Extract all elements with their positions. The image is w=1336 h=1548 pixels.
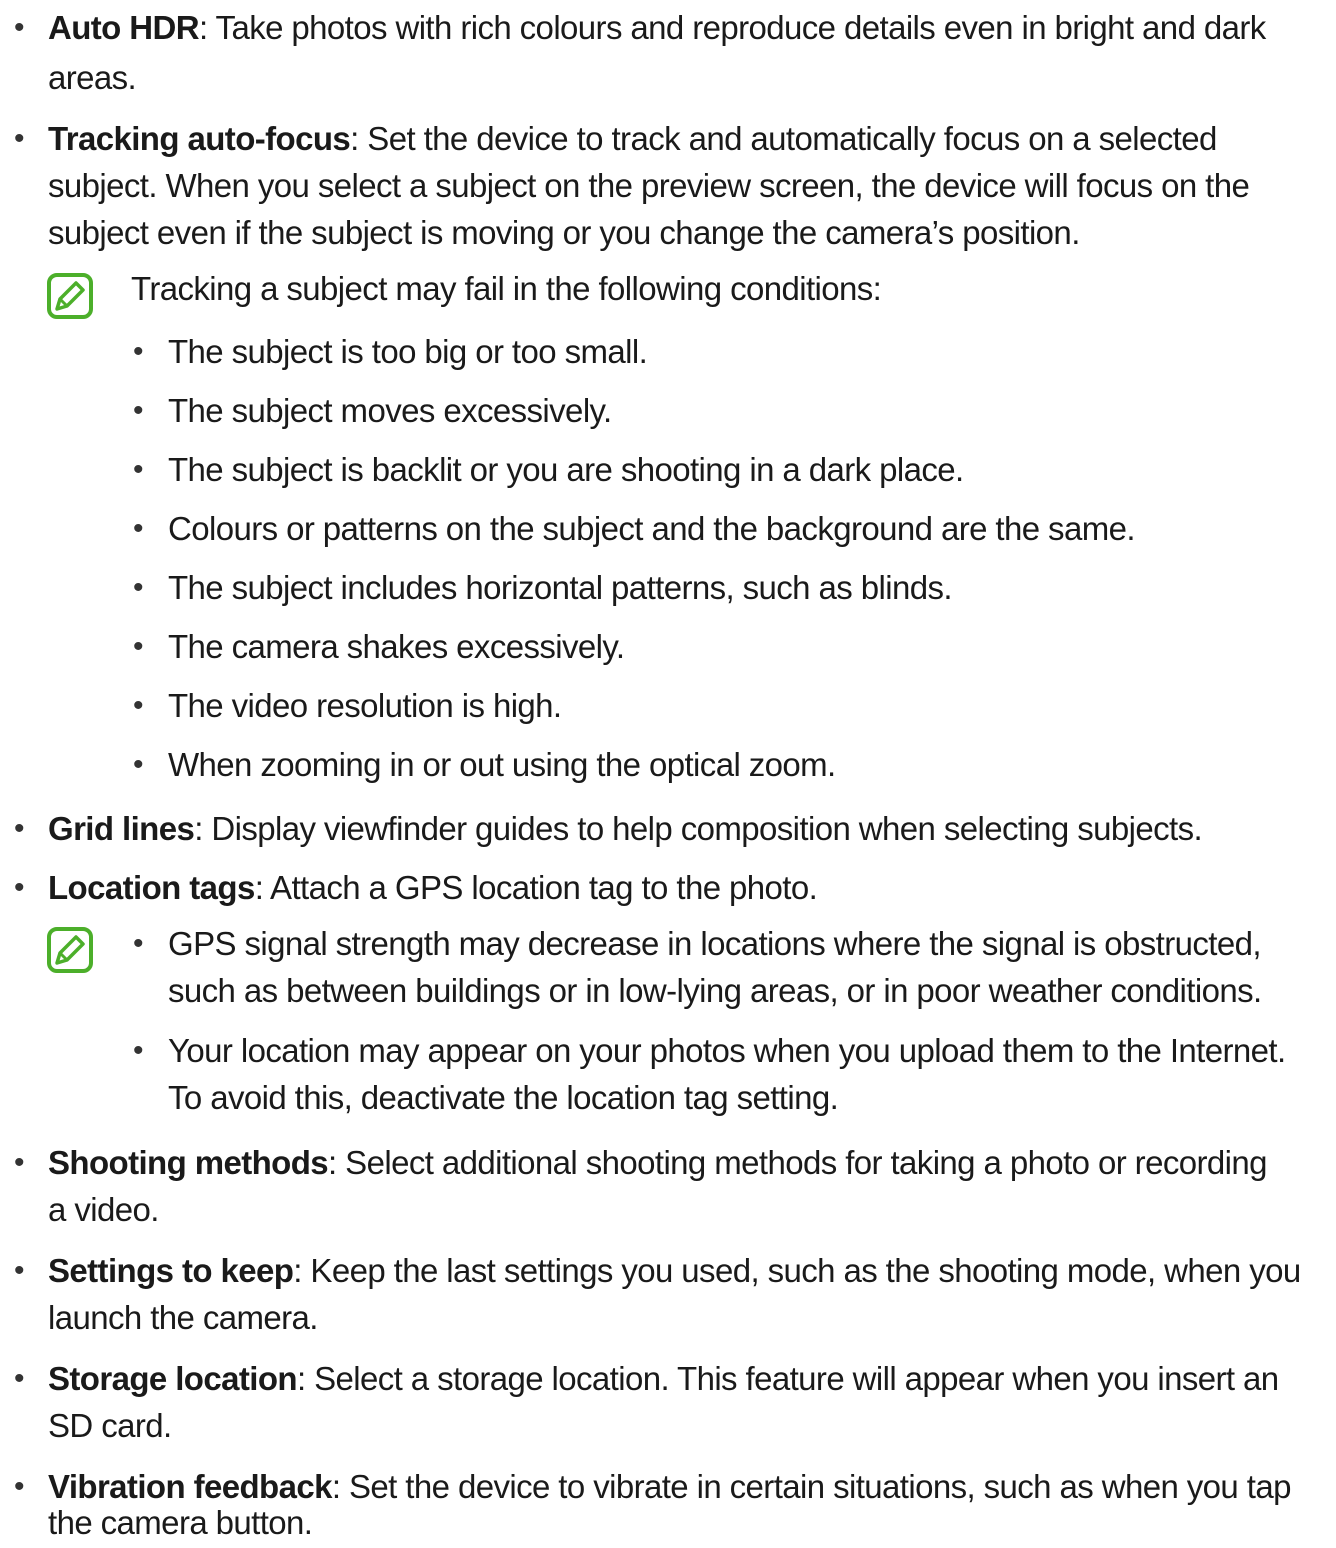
- location-note-cont: such as between buildings or in low-lyin…: [168, 972, 1262, 1009]
- sub-bullet: •: [133, 748, 144, 781]
- sub-bullet: •: [133, 571, 144, 604]
- note-pencil-icon: [47, 927, 93, 973]
- manual-page: • Auto HDR: Take photos with rich colour…: [0, 0, 1336, 1548]
- bullet: •: [14, 1254, 25, 1287]
- item-text: : Select a storage location. This featur…: [296, 1360, 1279, 1397]
- condition-item: Colours or patterns on the subject and t…: [168, 510, 1136, 547]
- term-settings-to-keep: Settings to keep: [48, 1252, 294, 1289]
- item-text-cont: launch the camera.: [48, 1299, 318, 1336]
- item-tracking-auto-focus: Tracking auto-focus: Set the device to t…: [48, 116, 1217, 162]
- item-shooting-methods: Shooting methods: Select additional shoo…: [48, 1140, 1267, 1186]
- item-storage-location: Storage location: Select a storage locat…: [48, 1356, 1279, 1402]
- item-text: : Select additional shooting methods for…: [328, 1144, 1267, 1181]
- item-text-cont: subject. When you select a subject on th…: [48, 167, 1250, 204]
- bullet: •: [14, 122, 25, 155]
- term-tracking-auto-focus: Tracking auto-focus: [48, 120, 351, 157]
- item-text-cont: subject even if the subject is moving or…: [48, 214, 1080, 251]
- sub-bullet: •: [133, 394, 144, 427]
- item-settings-to-keep: Settings to keep: Keep the last settings…: [48, 1248, 1301, 1294]
- location-note: GPS signal strength may decrease in loca…: [168, 925, 1262, 962]
- item-text: : Attach a GPS location tag to the photo…: [254, 869, 818, 906]
- term-auto-hdr: Auto HDR: [48, 9, 200, 46]
- item-text-cont: areas.: [48, 59, 137, 96]
- condition-item: The video resolution is high.: [168, 687, 562, 724]
- item-text: : Set the device to track and automatica…: [350, 120, 1217, 157]
- location-note: Your location may appear on your photos …: [168, 1032, 1286, 1069]
- item-text-cont: SD card.: [48, 1407, 172, 1444]
- bullet: •: [14, 1470, 25, 1503]
- item-text: : Keep the last settings you used, such …: [293, 1252, 1301, 1289]
- condition-item: The subject moves excessively.: [168, 392, 612, 429]
- item-text: : Display viewfinder guides to help comp…: [194, 810, 1203, 847]
- item-auto-hdr: Auto HDR: Take photos with rich colours …: [48, 5, 1266, 51]
- bullet: •: [14, 871, 25, 904]
- condition-item: The camera shakes excessively.: [168, 628, 625, 665]
- term-shooting-methods: Shooting methods: [48, 1144, 329, 1181]
- condition-item: The subject is too big or too small.: [168, 333, 648, 370]
- location-note-cont: To avoid this, deactivate the location t…: [168, 1079, 839, 1116]
- condition-item: The subject includes horizontal patterns…: [168, 569, 953, 606]
- item-text-cont: a video.: [48, 1191, 159, 1228]
- bullet: •: [14, 1146, 25, 1179]
- bullet: •: [14, 11, 25, 44]
- sub-bullet: •: [133, 927, 144, 960]
- bullet: •: [14, 1362, 25, 1395]
- term-grid-lines: Grid lines: [48, 810, 195, 847]
- sub-bullet: •: [133, 512, 144, 545]
- condition-item: The subject is backlit or you are shooti…: [168, 451, 964, 488]
- sub-bullet: •: [133, 335, 144, 368]
- term-storage-location: Storage location: [48, 1360, 298, 1397]
- item-grid-lines: Grid lines: Display viewfinder guides to…: [48, 806, 1203, 852]
- sub-bullet: •: [133, 630, 144, 663]
- item-text: : Set the device to vibrate in certain s…: [331, 1468, 1292, 1505]
- sub-bullet: •: [133, 453, 144, 486]
- sub-bullet: •: [133, 689, 144, 722]
- note-pencil-icon: [47, 273, 93, 319]
- bullet: •: [14, 812, 25, 845]
- item-text: : Take photos with rich colours and repr…: [199, 9, 1266, 46]
- item-location-tags: Location tags: Attach a GPS location tag…: [48, 865, 818, 911]
- note-intro: Tracking a subject may fail in the follo…: [131, 270, 882, 307]
- sub-bullet: •: [133, 1034, 144, 1067]
- term-location-tags: Location tags: [48, 869, 255, 906]
- item-text-cont: the camera button.: [48, 1504, 313, 1541]
- condition-item: When zooming in or out using the optical…: [168, 746, 836, 783]
